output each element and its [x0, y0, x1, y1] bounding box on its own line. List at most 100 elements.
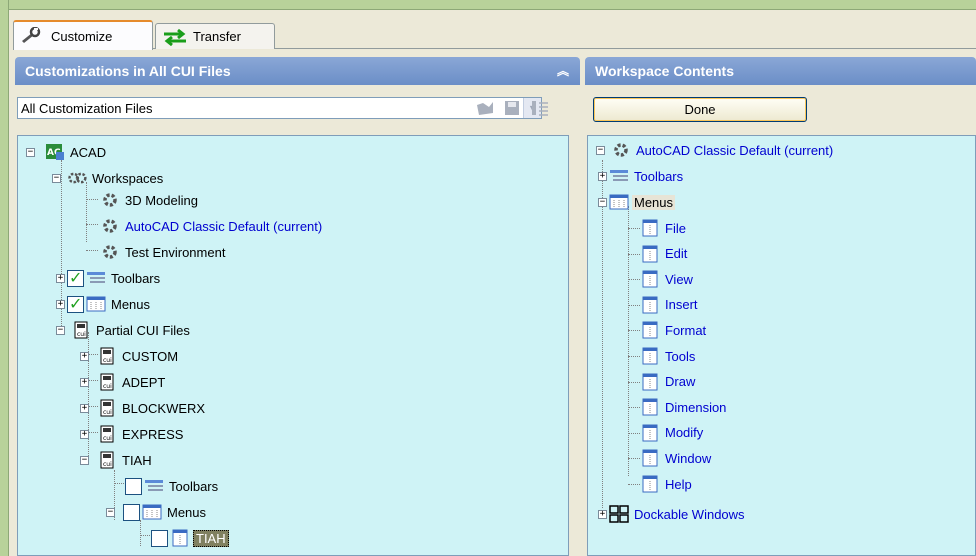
expand-toggle[interactable]: +	[80, 377, 89, 387]
svg-text:cui: cui	[103, 409, 112, 416]
workspace-contents-tree[interactable]: − AutoCAD Classic Default (current) + To…	[587, 135, 976, 556]
tree-label: AutoCAD Classic Default (current)	[636, 142, 834, 158]
tree-node-menu-item[interactable]: Modify	[640, 423, 705, 443]
tree-node-test-environment[interactable]: Test Environment	[100, 242, 227, 262]
customizations-panel-title: Customizations in All CUI Files	[25, 63, 231, 79]
tree-node-workspaces[interactable]: − Workspaces	[52, 168, 165, 188]
tree-node-menu-item[interactable]: File	[640, 218, 688, 238]
collapse-chevron-icon[interactable]: ︽	[554, 62, 572, 80]
cui-file-icon: cui	[97, 451, 117, 469]
menu-item-icon	[640, 245, 660, 263]
dockable-windows-icon	[609, 505, 629, 523]
svg-text:cui: cui	[103, 435, 112, 442]
tree-label: ADEPT	[122, 374, 166, 390]
tree-label: Toolbars	[111, 270, 161, 286]
workspace-gear-icon	[100, 243, 120, 261]
menu-item-icon	[170, 529, 190, 547]
done-button[interactable]: Done	[593, 97, 807, 122]
expand-toggle[interactable]: +	[598, 171, 607, 181]
tree-label: Modify	[665, 425, 704, 441]
tree-node-menu-item[interactable]: Dimension	[640, 397, 728, 417]
tree-node-menu-item[interactable]: View	[640, 269, 695, 289]
expand-toggle[interactable]: +	[598, 509, 607, 519]
tree-label: Partial CUI Files	[96, 322, 190, 338]
tree-label: Menus	[111, 296, 151, 312]
expand-toggle[interactable]: +	[80, 429, 89, 439]
tree-node-dockable-windows[interactable]: + Dockable Windows	[598, 504, 747, 524]
tree-node-express[interactable]: + cui EXPRESS	[80, 424, 185, 444]
tree-node-tiah[interactable]: − cui TIAH	[80, 450, 154, 470]
svg-text:cui: cui	[103, 357, 112, 364]
acad-cui-icon: AC	[45, 143, 65, 161]
wrench-icon	[20, 27, 46, 45]
tree-node-custom[interactable]: + cui CUSTOM	[80, 346, 180, 366]
tiah-menus-checkbox[interactable]	[123, 503, 140, 521]
tiah-menu-item-checkbox[interactable]	[151, 529, 168, 547]
tree-node-tiah-toolbars[interactable]: Toolbars	[125, 476, 220, 496]
tree-view-icon[interactable]	[531, 99, 549, 117]
tree-node-toolbars[interactable]: + Toolbars	[56, 268, 162, 288]
cui-file-icon: cui	[97, 347, 117, 365]
tree-label: TIAH	[122, 452, 152, 468]
collapse-toggle[interactable]: −	[56, 325, 65, 335]
collapse-toggle[interactable]: −	[80, 455, 89, 465]
expand-toggle[interactable]: +	[80, 403, 89, 413]
expand-toggle[interactable]: +	[56, 273, 65, 283]
tree-node-acad[interactable]: − AC ACAD	[26, 142, 108, 162]
window-frame-top	[0, 0, 976, 10]
collapse-toggle[interactable]: −	[52, 173, 61, 183]
tree-node-menu-item[interactable]: Edit	[640, 244, 689, 264]
tree-node-tiah-menu-item[interactable]: TIAH	[151, 528, 229, 548]
tree-node-menus[interactable]: + Menus	[56, 294, 152, 314]
workspace-contents-header: Workspace Contents	[585, 57, 976, 85]
save-icon[interactable]	[503, 99, 521, 117]
menu-item-icon	[640, 270, 660, 288]
tree-node-menu-item[interactable]: Tools	[640, 346, 697, 366]
expand-toggle[interactable]: +	[80, 351, 89, 361]
cui-file-icon: cui	[97, 373, 117, 391]
tree-node-menu-item[interactable]: Window	[640, 448, 713, 468]
workspaces-gear-icon	[67, 169, 87, 187]
menu-item-icon	[640, 219, 660, 237]
tree-node-autocad-classic[interactable]: AutoCAD Classic Default (current)	[100, 216, 324, 236]
tree-node-adept[interactable]: + cui ADEPT	[80, 372, 167, 392]
collapse-toggle[interactable]: −	[26, 147, 35, 157]
menus-checkbox[interactable]	[67, 294, 84, 314]
tree-label: View	[665, 271, 693, 287]
tree-node-menu-item[interactable]: Insert	[640, 295, 700, 315]
tree-node-menu-item[interactable]: Help	[640, 474, 694, 494]
tree-node-tiah-menus[interactable]: − Menus	[106, 502, 208, 522]
tree-label: Draw	[665, 374, 696, 390]
tree-node-workspace-root[interactable]: − AutoCAD Classic Default (current)	[596, 140, 835, 160]
svg-text:cui: cui	[77, 331, 86, 338]
tree-node-ws-toolbars[interactable]: + Toolbars	[598, 166, 685, 186]
tree-node-menu-item[interactable]: Draw	[640, 372, 697, 392]
collapse-toggle[interactable]: −	[106, 507, 115, 517]
tree-node-ws-menus[interactable]: − Menus	[598, 192, 676, 212]
tree-node-menu-item[interactable]: Format	[640, 320, 708, 340]
tree-label: Format	[665, 322, 707, 338]
cui-file-filter-select[interactable]: All Customization Files ▼	[17, 97, 542, 119]
cui-tree[interactable]: − AC ACAD − Workspaces 3D Modeling AutoC…	[17, 135, 569, 556]
open-file-icon[interactable]	[475, 99, 493, 117]
tree-node-blockwerx[interactable]: + cui BLOCKWERX	[80, 398, 207, 418]
menu-item-icon	[640, 321, 660, 339]
tree-label: Workspaces	[92, 170, 164, 186]
tree-label: Toolbars	[634, 168, 684, 184]
tree-label: Menus	[167, 504, 207, 520]
tiah-toolbars-checkbox[interactable]	[125, 477, 142, 495]
workspace-contents-title: Workspace Contents	[595, 63, 734, 79]
tab-customize[interactable]: Customize	[13, 20, 153, 50]
tree-label: TIAH	[193, 529, 229, 547]
toolbars-checkbox[interactable]	[67, 268, 84, 288]
collapse-toggle[interactable]: −	[598, 197, 607, 207]
toolbar-icon	[609, 167, 629, 185]
tree-node-3d-modeling[interactable]: 3D Modeling	[100, 190, 200, 210]
tree-label: Edit	[665, 246, 688, 262]
tab-transfer[interactable]: Transfer	[155, 23, 275, 49]
collapse-toggle[interactable]: −	[596, 145, 605, 155]
tree-node-partial-cui-files[interactable]: − cui Partial CUI Files	[56, 320, 192, 340]
expand-toggle[interactable]: +	[56, 299, 65, 309]
partial-cui-icon: cui	[71, 321, 91, 339]
transfer-arrows-icon	[162, 28, 188, 46]
